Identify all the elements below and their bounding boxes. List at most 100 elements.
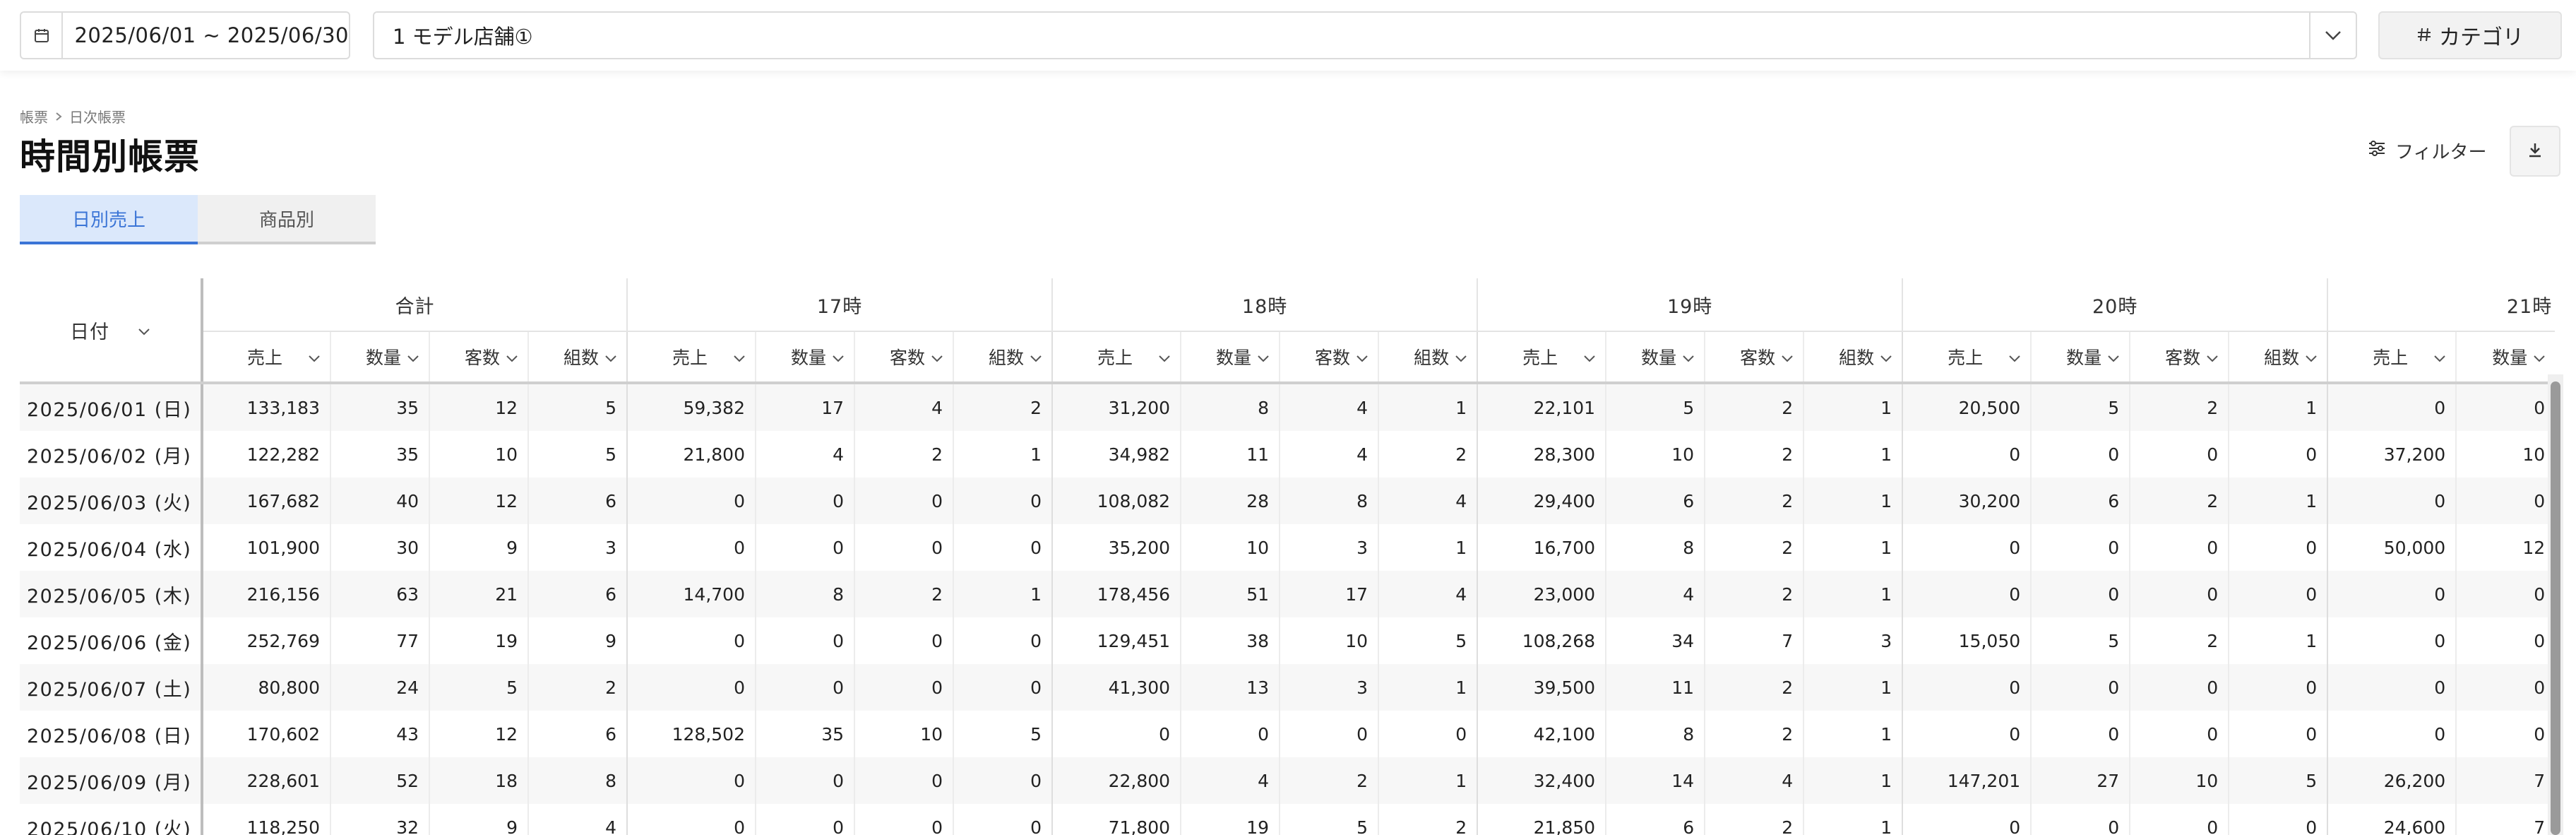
table-row[interactable]: 2025/06/02 (月) 122,282 35 10 5 21,800 4 2 1 34,98… <box>20 431 2556 478</box>
date-cell: 2025/06/02 (月) <box>20 431 203 478</box>
value-cell: 12 <box>429 383 528 431</box>
sortable-column-header[interactable]: 数量 <box>2030 331 2130 384</box>
sortable-column-header[interactable]: 売上 <box>1477 331 1606 384</box>
value-cell: 28 <box>1180 478 1280 524</box>
sortable-column-header[interactable]: 組数 <box>952 331 1053 384</box>
value-cell: 128,502 <box>626 711 756 757</box>
calendar-icon <box>21 13 64 58</box>
value-cell: 147,201 <box>1902 757 2032 804</box>
column-group-header: 20時 <box>1902 278 2328 332</box>
value-cell: 0 <box>2455 571 2556 617</box>
value-cell: 9 <box>429 804 528 835</box>
table-row[interactable]: 2025/06/10 (火) 118,250 32 9 4 0 0 0 0 71,800 19 5 2 2… <box>20 804 2556 835</box>
sortable-column-header[interactable]: 客数 <box>854 331 953 384</box>
sortable-column-header[interactable]: 組数 <box>1378 331 1478 384</box>
sortable-column-header[interactable]: 売上 <box>201 331 330 384</box>
value-cell: 0 <box>2129 804 2229 835</box>
filter-button[interactable]: フィルター <box>2367 134 2486 167</box>
sortable-column-header[interactable]: 客数 <box>1279 331 1379 384</box>
table-row[interactable]: 2025/06/04 (水) 101,900 30 9 3 0 0 0 0 35,200 10 3 1 1… <box>20 524 2556 571</box>
chevron-down-icon <box>2206 347 2219 367</box>
column-header-label: 客数 <box>1315 348 1351 368</box>
date-column-header[interactable]: 日付 <box>20 278 203 384</box>
value-cell: 0 <box>626 757 756 804</box>
value-cell: 0 <box>854 804 953 835</box>
table-row[interactable]: 2025/06/07 (土) 80,800 24 5 2 0 0 0 0 41,300 13 3 1 39… <box>20 664 2556 711</box>
value-cell: 108,268 <box>1477 617 1606 664</box>
breadcrumb-item-reports[interactable]: 帳票 <box>20 106 48 126</box>
value-cell: 19 <box>429 617 528 664</box>
sortable-column-header[interactable]: 数量 <box>2455 331 2556 384</box>
sortable-column-header[interactable]: 数量 <box>1605 331 1705 384</box>
value-cell: 10 <box>1279 617 1379 664</box>
value-cell: 0 <box>2455 478 2556 524</box>
value-cell: 17 <box>755 383 854 431</box>
value-cell: 0 <box>854 664 953 711</box>
value-cell: 42,100 <box>1477 711 1606 757</box>
value-cell: 1 <box>1803 711 1903 757</box>
table-row[interactable]: 2025/06/09 (月) 228,601 52 18 8 0 0 0 0 22,800 4 2 1 3… <box>20 757 2556 804</box>
download-button[interactable] <box>2510 126 2560 177</box>
value-cell: 4 <box>1279 431 1379 478</box>
tab-daily-sales[interactable]: 日別売上 <box>20 195 198 244</box>
table-row[interactable]: 2025/06/08 (日) 170,602 43 12 6 128,502 35 10 5 0 0… <box>20 711 2556 757</box>
sortable-column-header[interactable]: 客数 <box>2129 331 2229 384</box>
date-cell: 2025/06/07 (土) <box>20 664 203 711</box>
value-cell: 41,300 <box>1051 664 1181 711</box>
table-row[interactable]: 2025/06/05 (木) 216,156 63 21 6 14,700 8 2 1 178,4… <box>20 571 2556 617</box>
chevron-down-icon <box>407 347 419 367</box>
table-row[interactable]: 2025/06/01 (日) 133,183 35 12 5 59,382 17 4 2 31,2… <box>20 383 2556 431</box>
value-cell: 5 <box>2030 617 2130 664</box>
column-header-label: 組数 <box>563 348 599 368</box>
value-cell: 133,183 <box>201 383 330 431</box>
value-cell: 35 <box>330 431 429 478</box>
value-cell: 63 <box>330 571 429 617</box>
value-cell: 19 <box>1180 804 1280 835</box>
chevron-down-icon <box>733 347 746 367</box>
chevron-down-icon <box>2433 347 2446 367</box>
sortable-column-header[interactable]: 売上 <box>1902 331 2032 384</box>
sortable-column-header[interactable]: 売上 <box>1051 331 1181 384</box>
hourly-report-table: 日付 合計 17時 18時 19時 20時 21時 売上 数量 客数 組数 売上 数量 客数 組数 売上 数… <box>20 278 2556 835</box>
value-cell: 1 <box>1803 757 1903 804</box>
value-cell: 24,600 <box>2327 804 2457 835</box>
vertical-scrollbar-thumb[interactable] <box>2551 381 2560 835</box>
value-cell: 6 <box>1605 478 1705 524</box>
sortable-column-header[interactable]: 組数 <box>2228 331 2328 384</box>
sortable-column-header[interactable]: 売上 <box>2327 331 2457 384</box>
sortable-column-header[interactable]: 売上 <box>626 331 756 384</box>
value-cell: 3 <box>1279 664 1379 711</box>
sortable-column-header[interactable]: 組数 <box>1803 331 1903 384</box>
chevron-down-icon <box>931 347 943 367</box>
sortable-column-header[interactable]: 客数 <box>429 331 528 384</box>
value-cell: 2 <box>2129 383 2229 431</box>
value-cell: 10 <box>2455 431 2556 478</box>
value-cell: 2 <box>1378 431 1478 478</box>
category-button[interactable]: カテゴリ <box>2378 11 2562 59</box>
tab-by-product[interactable]: 商品別 <box>198 195 376 244</box>
chevron-down-icon[interactable] <box>2309 13 2356 58</box>
sortable-column-header[interactable]: 数量 <box>1180 331 1280 384</box>
store-select-value: 1 モデル店舗① <box>393 25 533 49</box>
chevron-down-icon <box>2107 347 2120 367</box>
date-range-picker[interactable]: 2025/06/01 ~ 2025/06/30 <box>20 11 350 59</box>
value-cell: 10 <box>854 711 953 757</box>
value-cell: 0 <box>1051 711 1181 757</box>
store-select[interactable]: 1 モデル店舗① <box>373 11 2357 59</box>
value-cell: 7 <box>2455 804 2556 835</box>
value-cell: 80,800 <box>201 664 330 711</box>
sortable-column-header[interactable]: 数量 <box>330 331 429 384</box>
value-cell: 3 <box>1803 617 1903 664</box>
value-cell: 0 <box>1902 524 2032 571</box>
breadcrumb-item-daily-reports[interactable]: 日次帳票 <box>69 106 126 126</box>
sortable-column-header[interactable]: 組数 <box>527 331 627 384</box>
value-cell: 0 <box>952 804 1053 835</box>
value-cell: 6 <box>527 478 627 524</box>
sortable-column-header[interactable]: 客数 <box>1704 331 1804 384</box>
value-cell: 6 <box>527 571 627 617</box>
value-cell: 252,769 <box>201 617 330 664</box>
sortable-column-header[interactable]: 数量 <box>755 331 854 384</box>
table-row[interactable]: 2025/06/06 (金) 252,769 77 19 9 0 0 0 0 129,451 38 1… <box>20 617 2556 664</box>
value-cell: 129,451 <box>1051 617 1181 664</box>
table-row[interactable]: 2025/06/03 (火) 167,682 40 12 6 0 0 0 0 108,082 28 8… <box>20 478 2556 524</box>
